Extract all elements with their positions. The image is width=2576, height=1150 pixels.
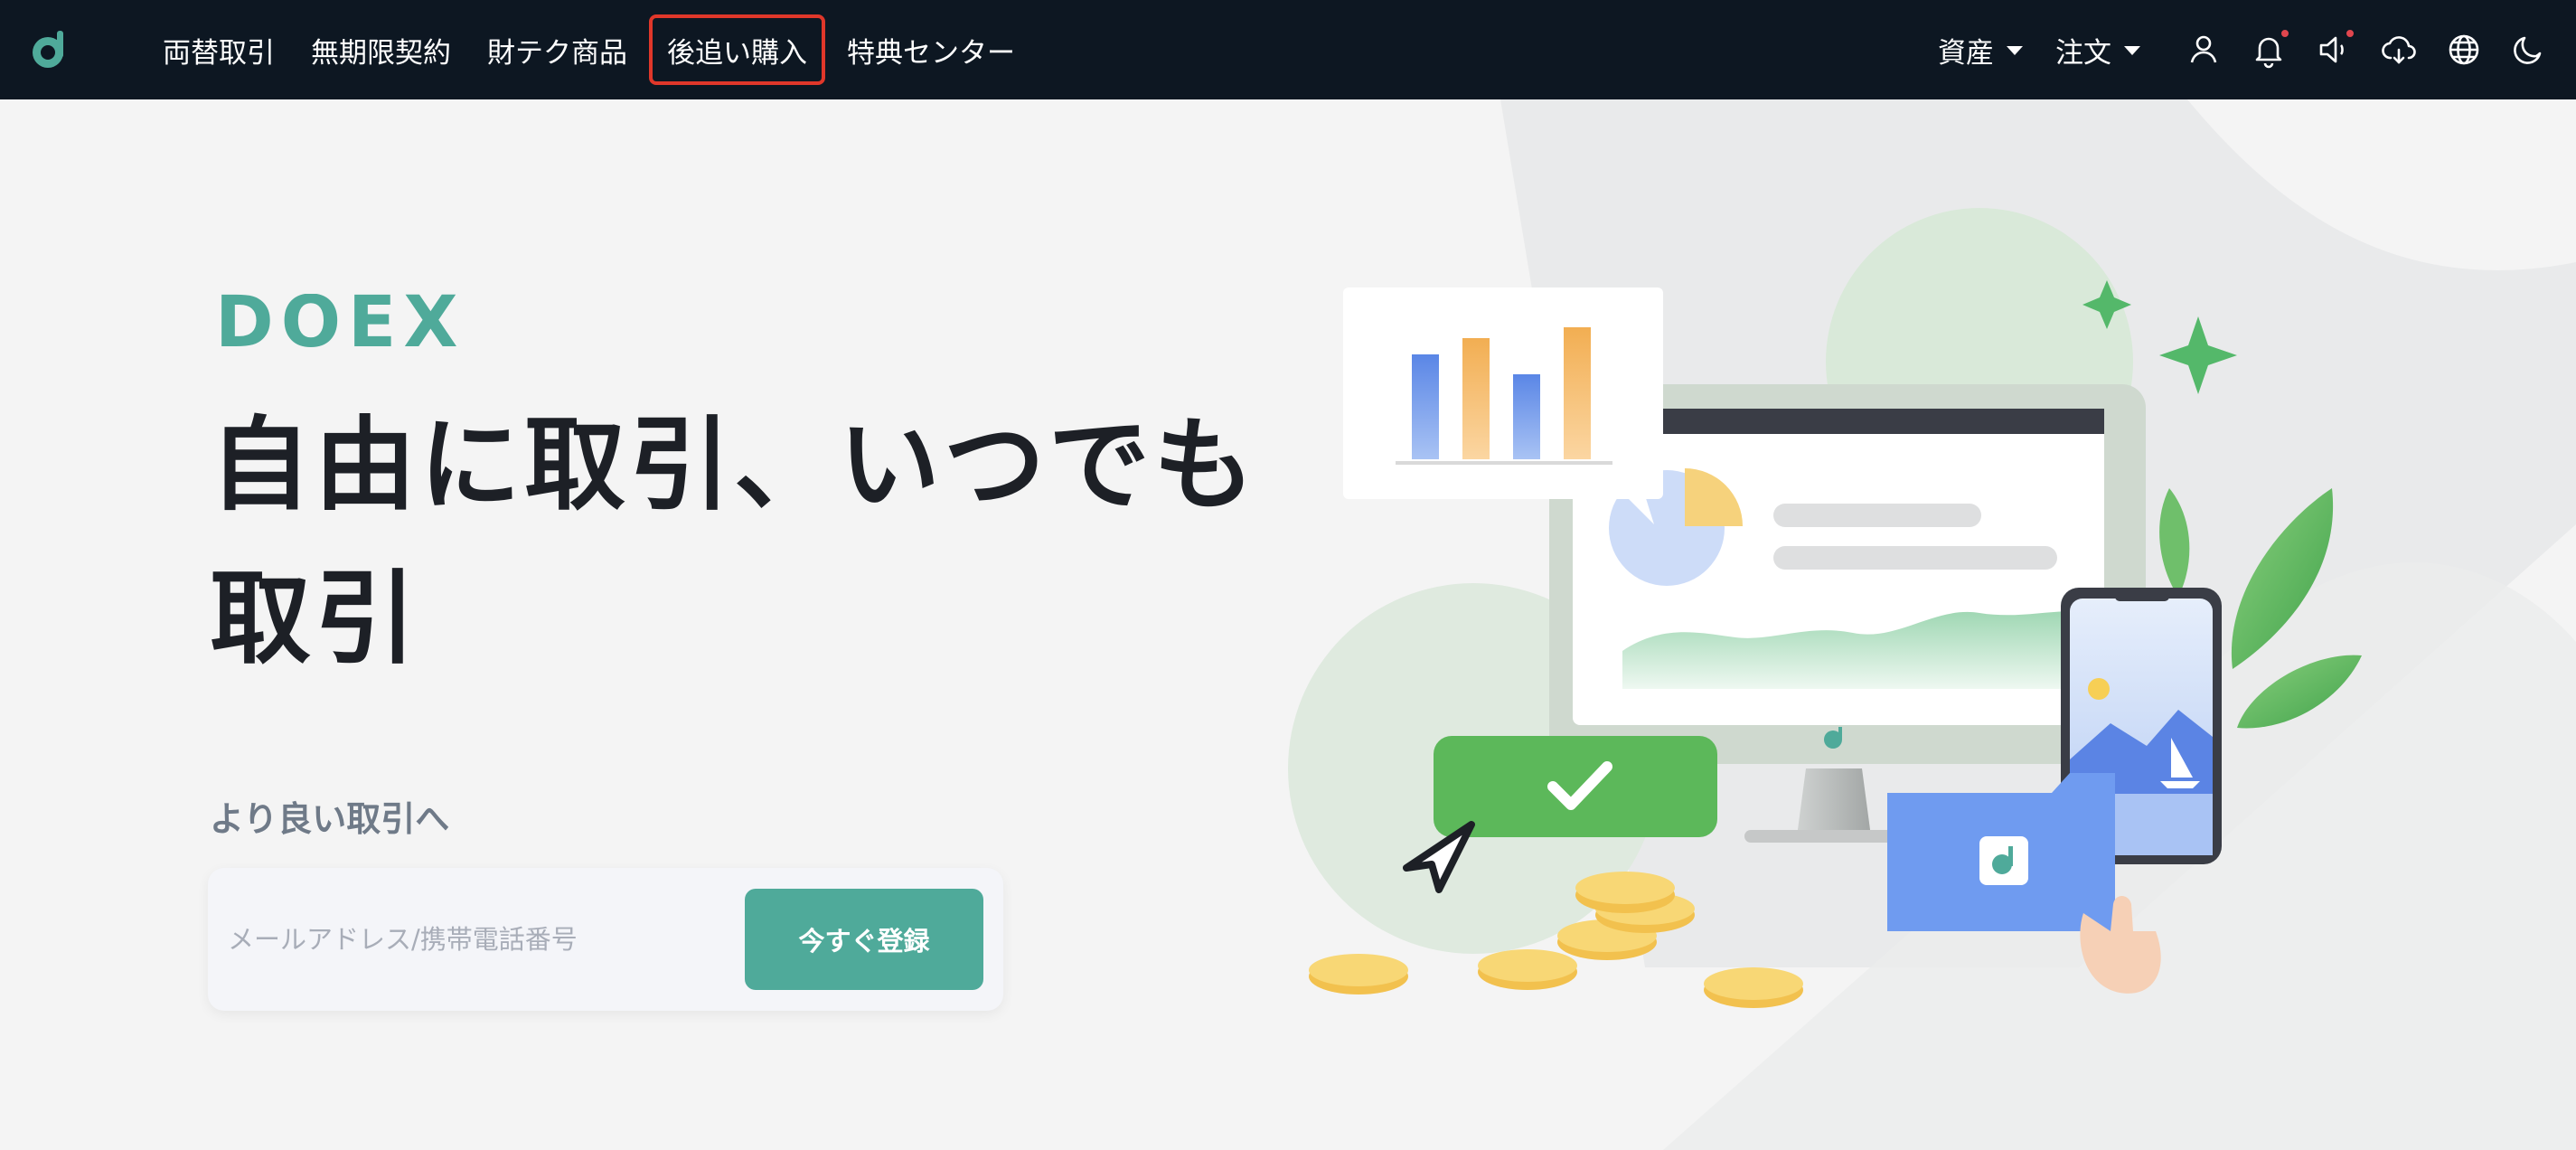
- email-phone-input[interactable]: [228, 890, 752, 989]
- announcement-dot: [2345, 28, 2355, 39]
- nav-item-copy-trading[interactable]: 後追い購入: [649, 14, 825, 85]
- bell-icon[interactable]: [2249, 28, 2290, 70]
- main-nav: 両替取引 無期限契約 財テク商品 後追い購入 特典センター: [145, 0, 1033, 99]
- speaker-icon[interactable]: [2314, 28, 2355, 70]
- nav-item-exchange[interactable]: 両替取引: [145, 0, 293, 99]
- hero-title: 自由に取引、いつでも 取引: [210, 389, 1340, 696]
- assets-dropdown[interactable]: 資産: [1938, 30, 2023, 71]
- assets-dropdown-label: 資産: [1938, 36, 1994, 70]
- hero-subtitle: より良い取引へ: [210, 799, 450, 839]
- nav-item-rewards-center[interactable]: 特典センター: [829, 0, 1033, 99]
- globe-icon[interactable]: [2444, 30, 2484, 70]
- orders-dropdown-label: 注文: [2055, 36, 2111, 70]
- hero-illustration: [1288, 208, 2362, 1008]
- notification-dot: [2280, 28, 2290, 39]
- signup-form: 今すぐ登録: [208, 868, 1003, 1011]
- register-button[interactable]: 今すぐ登録: [745, 889, 983, 990]
- cloud-download-icon[interactable]: [2379, 30, 2419, 70]
- hero-title-line2: 取引: [210, 561, 419, 678]
- nav-item-perpetual-contract[interactable]: 無期限契約: [293, 0, 469, 99]
- nav-item-financial-products[interactable]: 財テク商品: [469, 0, 645, 99]
- orders-dropdown[interactable]: 注文: [2055, 30, 2140, 71]
- top-navbar: 両替取引 無期限契約 財テク商品 後追い購入 特典センター 資産 注文: [0, 0, 2576, 99]
- moon-icon[interactable]: [2509, 30, 2549, 70]
- sparkle-icon: [2159, 316, 2237, 394]
- hero-title-line1: 自由に取引、いつでも: [210, 407, 1258, 524]
- brand-logo-text: DOEX: [215, 294, 459, 352]
- user-icon[interactable]: [2184, 30, 2223, 70]
- brand-logo: DOEX: [215, 282, 459, 363]
- chevron-down-icon: [2007, 46, 2023, 55]
- nav-right-tools: 資産 注文: [1938, 0, 2549, 99]
- chevron-down-icon: [2124, 46, 2140, 55]
- app-logo-icon[interactable]: [27, 27, 72, 72]
